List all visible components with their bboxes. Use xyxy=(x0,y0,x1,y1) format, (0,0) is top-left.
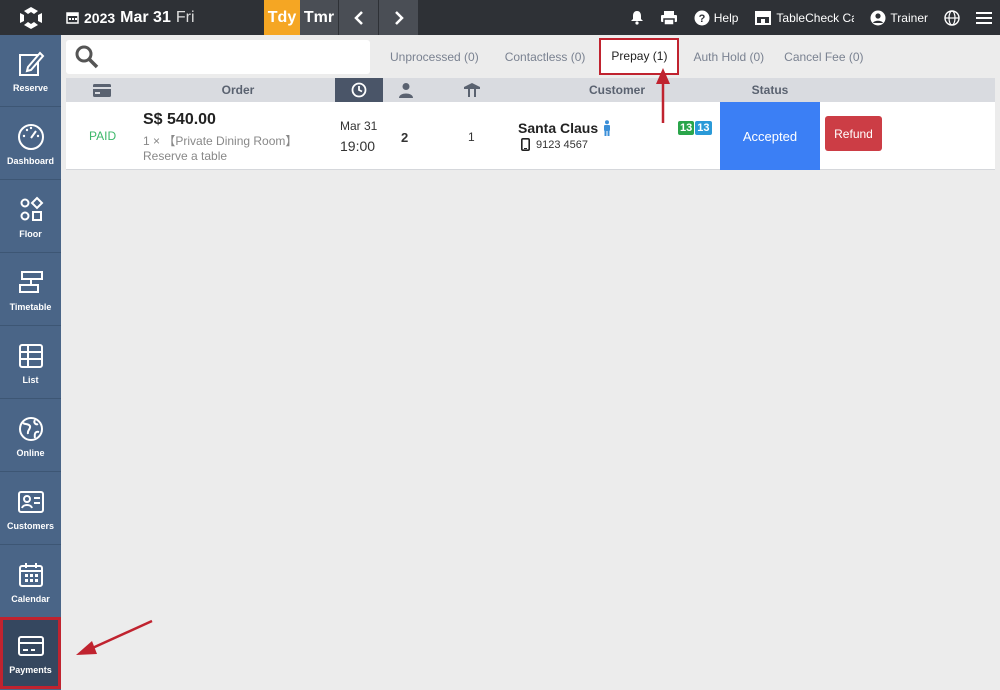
customer-name: Santa Claus xyxy=(518,120,599,136)
main-menu-button[interactable] xyxy=(968,11,1000,25)
sidebar: Reserve Dashboard Floor Timetable List O… xyxy=(0,35,61,690)
order-amount: S$ 540.00 xyxy=(143,111,216,128)
order-column-header[interactable]: Order xyxy=(166,78,310,102)
customer-column-header[interactable]: Customer xyxy=(546,78,688,102)
sidebar-item-floor[interactable]: Floor xyxy=(0,181,61,253)
payment-state: PAID xyxy=(89,129,117,143)
reservation-date: Mar 31 xyxy=(340,119,378,133)
table-count: 1 xyxy=(468,130,475,144)
credit-card-icon xyxy=(17,635,44,656)
edit-icon xyxy=(18,51,44,76)
sidebar-item-dashboard[interactable]: Dashboard xyxy=(0,108,61,180)
sidebar-item-label: Online xyxy=(16,447,45,458)
sidebar-item-label: Calendar xyxy=(11,593,50,604)
sidebar-item-calendar[interactable]: Calendar xyxy=(0,546,61,618)
shop-name: TableCheck Caf xyxy=(776,10,855,25)
tomorrow-button[interactable]: Tmr xyxy=(300,0,338,35)
search-input[interactable] xyxy=(66,40,370,74)
dining-table-icon xyxy=(464,83,480,97)
tab-cancel-fee[interactable]: Cancel Fee (0) xyxy=(774,40,873,74)
sidebar-item-list[interactable]: List xyxy=(0,327,61,399)
user-avatar-icon xyxy=(870,10,886,25)
sidebar-item-label: Timetable xyxy=(9,301,52,312)
male-person-icon xyxy=(604,120,611,136)
sidebar-item-customers[interactable]: Customers xyxy=(0,473,61,545)
tab-auth-hold[interactable]: Auth Hold (0) xyxy=(683,40,774,74)
search-icon xyxy=(75,45,99,69)
notifications-button[interactable] xyxy=(622,10,652,25)
customer-name-link[interactable]: Santa Claus xyxy=(518,120,612,136)
sidebar-item-label: List xyxy=(22,374,39,385)
sidebar-item-payments[interactable]: Payments xyxy=(0,617,61,689)
hamburger-menu-icon xyxy=(976,11,992,24)
customer-phone: 9123 4567 xyxy=(521,138,588,151)
svg-text:?: ? xyxy=(698,13,705,25)
help-button[interactable]: ? Help xyxy=(686,10,747,26)
tab-contactless[interactable]: Contactless (0) xyxy=(495,40,596,74)
sidebar-item-label: Dashboard xyxy=(6,155,54,166)
payment-filter-tabs: Unprocessed (0) Contactless (0) Prepay (… xyxy=(380,37,874,75)
guests-column-header[interactable] xyxy=(388,78,424,102)
guest-count: 2 xyxy=(401,130,409,145)
shapes-icon xyxy=(20,196,43,221)
refund-button[interactable]: Refund xyxy=(825,116,882,151)
store-icon xyxy=(755,11,772,25)
help-label: Help xyxy=(713,10,739,25)
calendar-icon xyxy=(18,562,43,587)
next-day-button[interactable] xyxy=(378,0,418,35)
tab-prepay[interactable]: Prepay (1) xyxy=(599,37,680,75)
clock-icon xyxy=(351,82,367,98)
calendar-small-icon xyxy=(66,12,79,24)
bell-icon xyxy=(630,11,643,25)
payment-column-header[interactable] xyxy=(86,78,118,102)
printer-icon xyxy=(660,10,677,26)
app-logo-icon[interactable] xyxy=(0,0,61,35)
credit-card-icon xyxy=(93,83,111,97)
globe-icon xyxy=(18,416,43,441)
sidebar-item-label: Customers xyxy=(6,520,54,531)
contact-card-icon xyxy=(17,490,44,513)
tab-unprocessed[interactable]: Unprocessed (0) xyxy=(380,40,489,74)
sidebar-item-online[interactable]: Online xyxy=(0,400,61,472)
chevron-right-icon xyxy=(394,10,404,25)
date-weekday: Fri xyxy=(175,8,195,26)
visit-count-badge: 13 xyxy=(695,121,712,135)
time-column-header[interactable] xyxy=(335,78,383,102)
language-button[interactable] xyxy=(936,9,968,26)
table-header: Order Customer Status xyxy=(66,78,995,102)
status-badge[interactable]: Accepted xyxy=(720,102,820,170)
user-menu[interactable]: Trainer xyxy=(862,10,936,26)
previous-day-button[interactable] xyxy=(338,0,378,35)
globe-icon xyxy=(944,9,960,26)
table-icon xyxy=(18,343,43,368)
sidebar-item-label: Reserve xyxy=(12,82,49,93)
timetable-icon xyxy=(18,270,43,293)
date-month-day: Mar 31 xyxy=(120,8,171,26)
reservation-time: 19:00 xyxy=(340,138,376,154)
sidebar-item-label: Floor xyxy=(19,228,42,239)
today-button[interactable]: Tdy xyxy=(264,0,300,35)
user-name: Trainer xyxy=(890,10,928,25)
date-year: 2023 xyxy=(84,9,116,26)
top-bar: 2023 Mar 31 Fri Tdy Tmr ? Help TableChec… xyxy=(0,0,1000,35)
sidebar-item-reserve[interactable]: Reserve xyxy=(0,35,61,107)
chevron-left-icon xyxy=(353,10,363,25)
sidebar-item-timetable[interactable]: Timetable xyxy=(0,254,61,326)
phone-number: 9123 4567 xyxy=(536,138,588,151)
print-button[interactable] xyxy=(652,10,686,26)
speedometer-icon xyxy=(17,123,44,150)
visit-badges: 13 13 xyxy=(678,121,712,135)
status-column-header[interactable]: Status xyxy=(720,78,820,102)
order-item-subtitle: Reserve a table xyxy=(143,149,228,163)
sidebar-item-label: Payments xyxy=(9,664,52,675)
current-date[interactable]: 2023 Mar 31 Fri xyxy=(66,0,195,35)
tables-column-header[interactable] xyxy=(454,78,490,102)
order-item: 1 × 【Private Dining Room】 xyxy=(143,134,298,148)
visit-count-badge: 13 xyxy=(678,121,695,135)
shop-selector[interactable]: TableCheck Caf xyxy=(746,10,862,25)
help-icon: ? xyxy=(694,10,710,25)
table-row[interactable]: PAID S$ 540.00 1 × 【Private Dining Room】… xyxy=(66,102,995,170)
person-icon xyxy=(399,83,413,98)
mobile-phone-icon xyxy=(521,138,530,151)
